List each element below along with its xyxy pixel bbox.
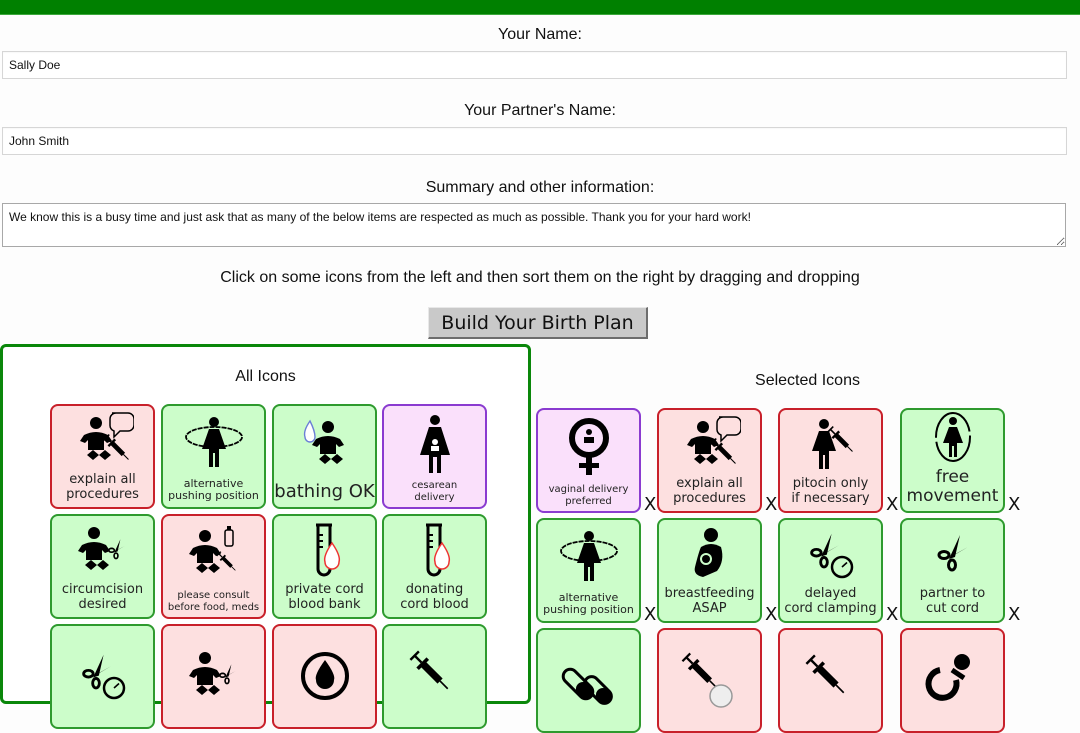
icon-tile-label: please consult before food, meds (167, 590, 260, 613)
baby-water-drop-icon (274, 406, 375, 482)
remove-icon-button[interactable]: X (1008, 606, 1020, 624)
woman-orbit-icon (538, 520, 639, 592)
selected-icons-title: Selected Icons (755, 372, 860, 389)
icon-tile-alternative-pushing-position[interactable]: alternative pushing position (161, 404, 266, 509)
remove-icon-button[interactable]: X (765, 606, 777, 624)
icon-tile-vaginal-delivery-preferred[interactable]: vaginal delivery preferred (536, 408, 641, 513)
partner-name-input[interactable] (2, 127, 1067, 155)
woman-syringe-icon (780, 410, 881, 477)
icon-tile-syringe-icon[interactable] (778, 628, 883, 733)
icon-tile-breastfeeding-asap[interactable]: breastfeeding ASAP (657, 518, 762, 623)
scissors-icon (902, 520, 1003, 587)
remove-icon-button[interactable]: X (886, 496, 898, 514)
icon-tile-explain-all-procedures[interactable]: explain all procedures (657, 408, 762, 513)
pills-icon (538, 630, 639, 727)
icon-tile-label: explain all procedures (673, 476, 746, 507)
your-name-input[interactable] (2, 51, 1067, 79)
icon-tile-circumcision-desired[interactable]: circumcision desired (50, 514, 155, 619)
icon-tile-private-cord-blood-bank[interactable]: private cord blood bank (272, 514, 377, 619)
baby-speech-syringe-icon (52, 406, 153, 473)
summary-textarea[interactable]: We know this is a busy time and just ask… (2, 203, 1066, 247)
icon-tile-partner-to-cut-cord[interactable]: partner to cut cord (900, 518, 1005, 623)
test-tube-blood-icon (384, 516, 485, 583)
icon-tile-label: alternative pushing position (168, 476, 259, 503)
icon-tile-explain-all-procedures[interactable]: explain all procedures (50, 404, 155, 509)
icon-tile-free-movement[interactable]: free movement (900, 408, 1005, 513)
baby-bottle-syringe-icon (163, 516, 264, 590)
woman-with-baby-icon (384, 406, 485, 480)
remove-icon-button[interactable]: X (886, 606, 898, 624)
icon-tile-label: circumcision desired (61, 582, 144, 613)
woman-orbit-icon (163, 406, 264, 478)
baby-speech-syringe-icon (659, 410, 760, 477)
icon-tile-pitocin-only-if-necessary[interactable]: pitocin only if necessary (778, 408, 883, 513)
remove-icon-button[interactable]: X (1008, 496, 1020, 514)
icon-tile-delayed-cord-clamping[interactable]: delayed cord clamping (778, 518, 883, 623)
icon-tile-pills-icon[interactable] (536, 628, 641, 733)
scissors-clock-icon (780, 520, 881, 587)
icon-tile-pacifier-icon[interactable] (900, 628, 1005, 733)
instructions-text: Click on some icons from the left and th… (220, 269, 860, 286)
remove-icon-button[interactable]: X (765, 496, 777, 514)
icon-tile-baby-scissors-icon[interactable] (161, 624, 266, 729)
breastfeeding-icon (659, 520, 760, 587)
summary-label: Summary and other information: (425, 179, 655, 196)
pacifier-icon (902, 630, 1003, 727)
woman-circle-icon (902, 410, 1003, 468)
build-birth-plan-button[interactable]: Build Your Birth Plan (428, 307, 648, 339)
icon-tile-bathing-ok[interactable]: bathing OK (272, 404, 377, 509)
remove-icon-button[interactable]: X (644, 606, 656, 624)
icon-tile-label: partner to cut cord (919, 586, 986, 617)
icon-tile-label: donating cord blood (400, 582, 469, 613)
all-icons-title: All Icons (235, 368, 296, 385)
icon-tile-syringe-clock-icon[interactable] (657, 628, 762, 733)
icon-tile-scissors-clock-icon[interactable] (50, 624, 155, 729)
icon-tile-label: alternative pushing position (543, 590, 634, 617)
icon-tile-label: pitocin only if necessary (791, 476, 870, 507)
icon-tile-cesarean-delivery[interactable]: cesarean delivery (382, 404, 487, 509)
baby-scissors-icon (52, 516, 153, 583)
icon-tile-label: free movement (906, 466, 999, 507)
header-bar (0, 0, 1080, 15)
icon-tile-label: cesarean delivery (411, 480, 458, 503)
syringe-icon (780, 630, 881, 727)
icon-tile-alternative-pushing-position[interactable]: alternative pushing position (536, 518, 641, 623)
your-name-label: Your Name: (498, 26, 582, 43)
icon-tile-label: breastfeeding ASAP (664, 586, 755, 617)
test-tube-blood-icon (274, 516, 375, 583)
remove-icon-button[interactable]: X (644, 496, 656, 514)
icon-tile-blood-drop-circle-icon[interactable] (272, 624, 377, 729)
icon-tile-label: explain all procedures (66, 472, 139, 503)
partner-name-label: Your Partner's Name: (464, 102, 616, 119)
female-symbol-baby-icon (538, 410, 639, 484)
icon-tile-please-consult-before-food-meds[interactable]: please consult before food, meds (161, 514, 266, 619)
icon-tile-syringe-icon[interactable] (382, 624, 487, 729)
icon-tile-label: private cord blood bank (285, 582, 364, 613)
icon-tile-label: delayed cord clamping (784, 586, 877, 617)
syringe-clock-icon (659, 630, 760, 727)
icon-tile-label: bathing OK (274, 481, 375, 503)
icon-tile-donating-cord-blood[interactable]: donating cord blood (382, 514, 487, 619)
icon-tile-label: vaginal delivery preferred (548, 484, 629, 507)
